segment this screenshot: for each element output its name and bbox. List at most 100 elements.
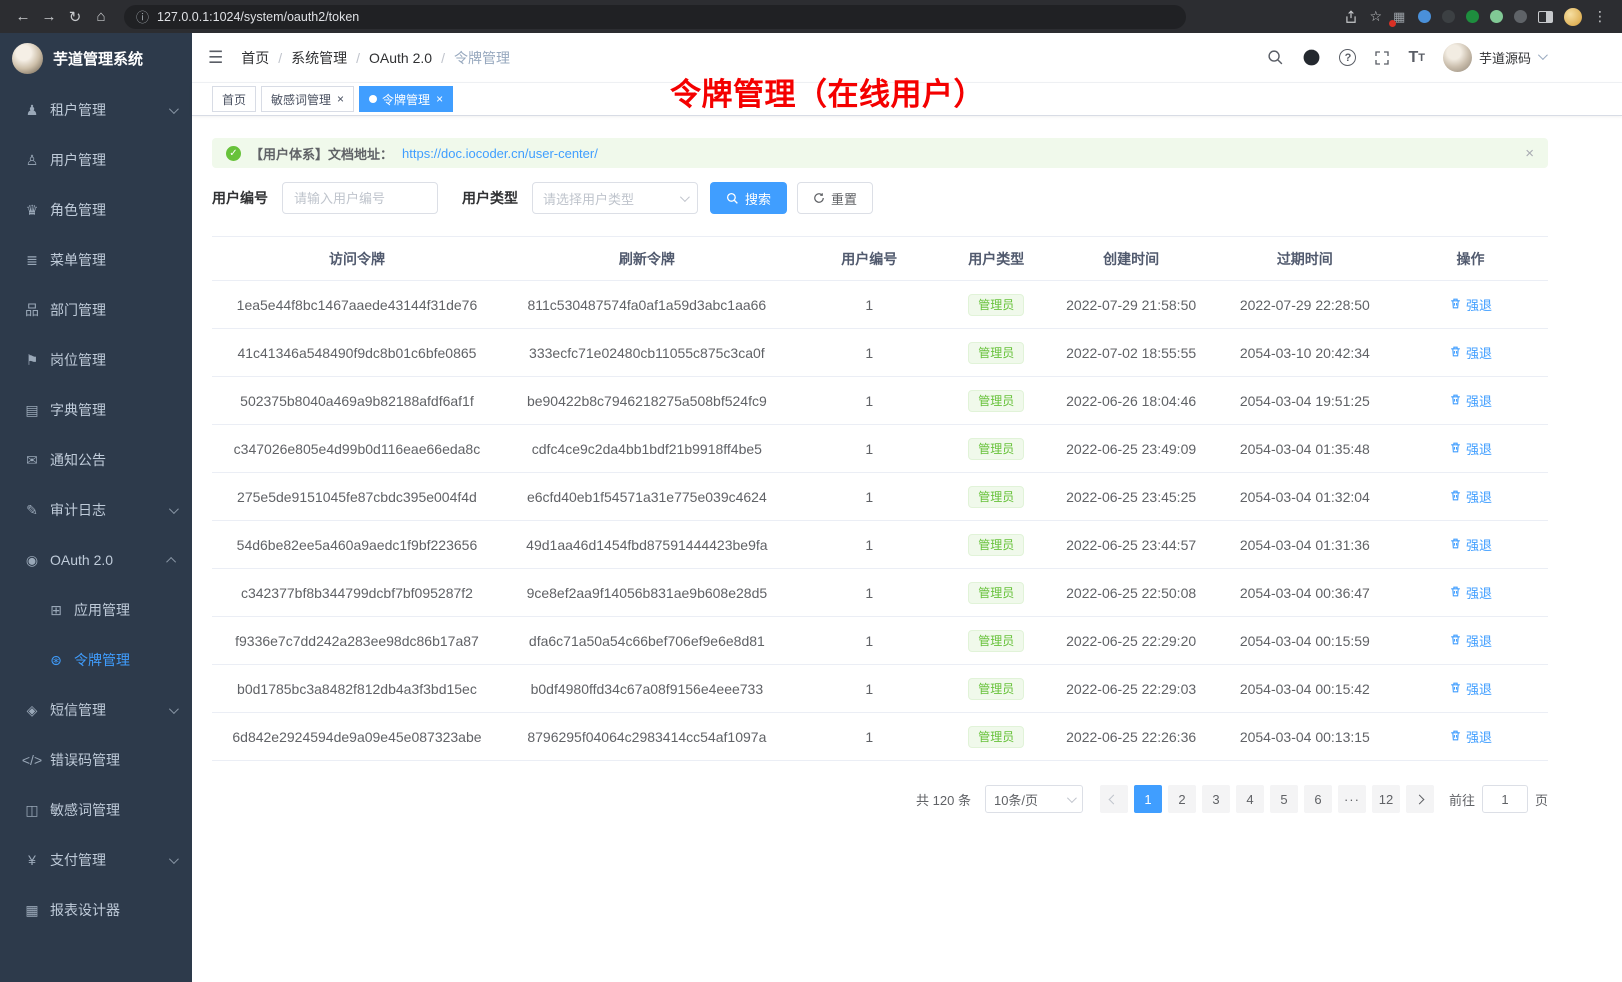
reload-icon[interactable]: ↻ — [62, 8, 88, 26]
bookmark-star-icon[interactable]: ☆ — [1369, 8, 1382, 25]
refresh-token-cell: 49d1aa46d1454fbd87591444423be9fa — [502, 521, 792, 569]
doc-link[interactable]: https://doc.iocoder.cn/user-center/ — [402, 146, 598, 161]
pagination-more[interactable]: ··· — [1338, 785, 1366, 813]
sidebar-item-label: 租户管理 — [50, 100, 106, 120]
browser-menu-icon[interactable]: ⋮ — [1593, 8, 1608, 25]
extension-gray-icon[interactable] — [1514, 10, 1527, 23]
sidebar-item-menu[interactable]: ≣菜单管理 — [0, 235, 192, 285]
sidebar-item-dept[interactable]: 品部门管理 — [0, 285, 192, 335]
force-logout-label: 强退 — [1466, 487, 1492, 506]
home-icon[interactable]: ⌂ — [88, 8, 114, 25]
expire-time-cell: 2054-03-04 00:36:47 — [1217, 569, 1393, 617]
alert-text: 【用户体系】文档地址： — [250, 144, 393, 163]
forward-icon[interactable]: → — [36, 8, 62, 25]
sidebar-item-dict[interactable]: ▤字典管理 — [0, 385, 192, 435]
pagination-jumper: 前往 页 — [1449, 785, 1548, 813]
tab-label: 首页 — [222, 91, 246, 108]
sidebar-item-user[interactable]: ♙用户管理 — [0, 135, 192, 185]
sidebar-item-oauth[interactable]: ◉OAuth 2.0 — [0, 535, 192, 585]
sidebar-item-report[interactable]: ▦报表设计器 — [0, 885, 192, 935]
extension-green-icon[interactable] — [1466, 10, 1479, 23]
breadcrumb-item[interactable]: 首页 — [241, 48, 269, 68]
chevron-down-icon — [1538, 53, 1545, 60]
url-bar[interactable]: ⓘ 127.0.0.1:1024/system/oauth2/token — [124, 5, 1186, 29]
search-icon[interactable] — [1267, 49, 1284, 66]
force-logout-button[interactable]: 强退 — [1449, 679, 1492, 698]
sidebar-subitem-app[interactable]: ⊞应用管理 — [0, 585, 192, 635]
fullscreen-icon[interactable] — [1374, 50, 1390, 66]
extension-blue-icon[interactable] — [1418, 10, 1431, 23]
tab-label: 敏感词管理 — [271, 91, 331, 108]
tab-home[interactable]: 首页 — [212, 86, 256, 112]
force-logout-button[interactable]: 强退 — [1449, 391, 1492, 410]
extension-grid-icon[interactable]: ▦ — [1393, 10, 1407, 24]
pagination-next[interactable] — [1406, 785, 1434, 813]
breadcrumb-item[interactable]: 系统管理 — [291, 48, 347, 68]
delete-icon — [1449, 633, 1462, 649]
sidebar-item-notice[interactable]: ✉通知公告 — [0, 435, 192, 485]
browser-profile-avatar[interactable] — [1564, 8, 1582, 26]
sidebar-item-role[interactable]: ♛角色管理 — [0, 185, 192, 235]
sidebar-item-log[interactable]: ✎审计日志 — [0, 485, 192, 535]
sidebar-item-post[interactable]: ⚑岗位管理 — [0, 335, 192, 385]
extension-dark-icon[interactable] — [1442, 10, 1455, 23]
force-logout-button[interactable]: 强退 — [1449, 535, 1492, 554]
force-logout-button[interactable]: 强退 — [1449, 487, 1492, 506]
pagination-page-6[interactable]: 6 — [1304, 785, 1332, 813]
user-type-cell: 管理员 — [947, 329, 1046, 377]
pagination-page-3[interactable]: 3 — [1202, 785, 1230, 813]
user-menu[interactable]: 芋道源码 — [1443, 43, 1545, 72]
pagination-page-2[interactable]: 2 — [1168, 785, 1196, 813]
force-logout-button[interactable]: 强退 — [1449, 727, 1492, 746]
breadcrumb-item[interactable]: OAuth 2.0 — [369, 50, 432, 66]
sidebar-item-errcode[interactable]: </>错误码管理 — [0, 735, 192, 785]
sidebar-item-sms[interactable]: ◈短信管理 — [0, 685, 192, 735]
sidebar-item-pay[interactable]: ¥支付管理 — [0, 835, 192, 885]
tab-sensitive-word[interactable]: 敏感词管理 × — [261, 86, 354, 112]
force-logout-button[interactable]: 强退 — [1449, 583, 1492, 602]
menu-fold-icon[interactable]: ☰ — [208, 48, 223, 68]
sidebar-item-label: 审计日志 — [50, 500, 106, 520]
user-type-select[interactable]: 请选择用户类型 — [532, 182, 698, 214]
refresh-icon — [813, 192, 825, 204]
github-icon[interactable] — [1302, 48, 1321, 67]
pagination-page-4[interactable]: 4 — [1236, 785, 1264, 813]
pagination-prev[interactable] — [1100, 785, 1128, 813]
jump-page-input[interactable] — [1482, 785, 1528, 813]
font-size-icon[interactable]: TT — [1408, 49, 1425, 67]
close-icon[interactable]: × — [436, 93, 443, 105]
force-logout-button[interactable]: 强退 — [1449, 631, 1492, 650]
extension-puzzle-icon[interactable] — [1490, 10, 1503, 23]
force-logout-label: 强退 — [1466, 295, 1492, 314]
back-icon[interactable]: ← — [10, 8, 36, 25]
tab-token[interactable]: 令牌管理× — [359, 86, 453, 112]
pagination-page-1[interactable]: 1 — [1134, 785, 1162, 813]
action-cell: 强退 — [1393, 569, 1548, 617]
force-logout-button[interactable]: 强退 — [1449, 295, 1492, 314]
close-icon[interactable]: × — [337, 93, 344, 105]
share-icon[interactable] — [1344, 10, 1358, 24]
sidebar-item-sensitive[interactable]: ◫敏感词管理 — [0, 785, 192, 835]
reset-button[interactable]: 重置 — [797, 182, 873, 214]
page-size-select[interactable]: 10条/页 — [985, 785, 1083, 813]
force-logout-button[interactable]: 强退 — [1449, 343, 1492, 362]
table-row: 54d6be82ee5a460a9aedc1f9bf22365649d1aa46… — [212, 521, 1548, 569]
site-info-icon[interactable]: ⓘ — [136, 7, 149, 26]
search-button[interactable]: 搜索 — [710, 182, 787, 214]
pagination-page-12[interactable]: 12 — [1372, 785, 1400, 813]
close-icon[interactable]: × — [1525, 145, 1534, 162]
user-id-input[interactable] — [282, 182, 438, 214]
force-logout-button[interactable]: 强退 — [1449, 439, 1492, 458]
chevron-down-icon — [1067, 793, 1077, 803]
split-view-icon[interactable] — [1538, 11, 1553, 23]
column-header: 刷新令牌 — [502, 237, 792, 281]
app-logo[interactable]: 芋道管理系统 — [0, 33, 192, 83]
access-token-cell: c347026e805e4d99b0d116eae66eda8c — [212, 425, 502, 473]
sidebar-subitem-token[interactable]: ⊛令牌管理 — [0, 635, 192, 685]
breadcrumb-separator: / — [278, 50, 282, 66]
chevron-up-icon — [169, 557, 176, 564]
sidebar-item-tenant[interactable]: ♟租户管理 — [0, 85, 192, 135]
user-id-cell: 1 — [792, 521, 947, 569]
pagination-page-5[interactable]: 5 — [1270, 785, 1298, 813]
help-icon[interactable]: ? — [1339, 49, 1356, 66]
